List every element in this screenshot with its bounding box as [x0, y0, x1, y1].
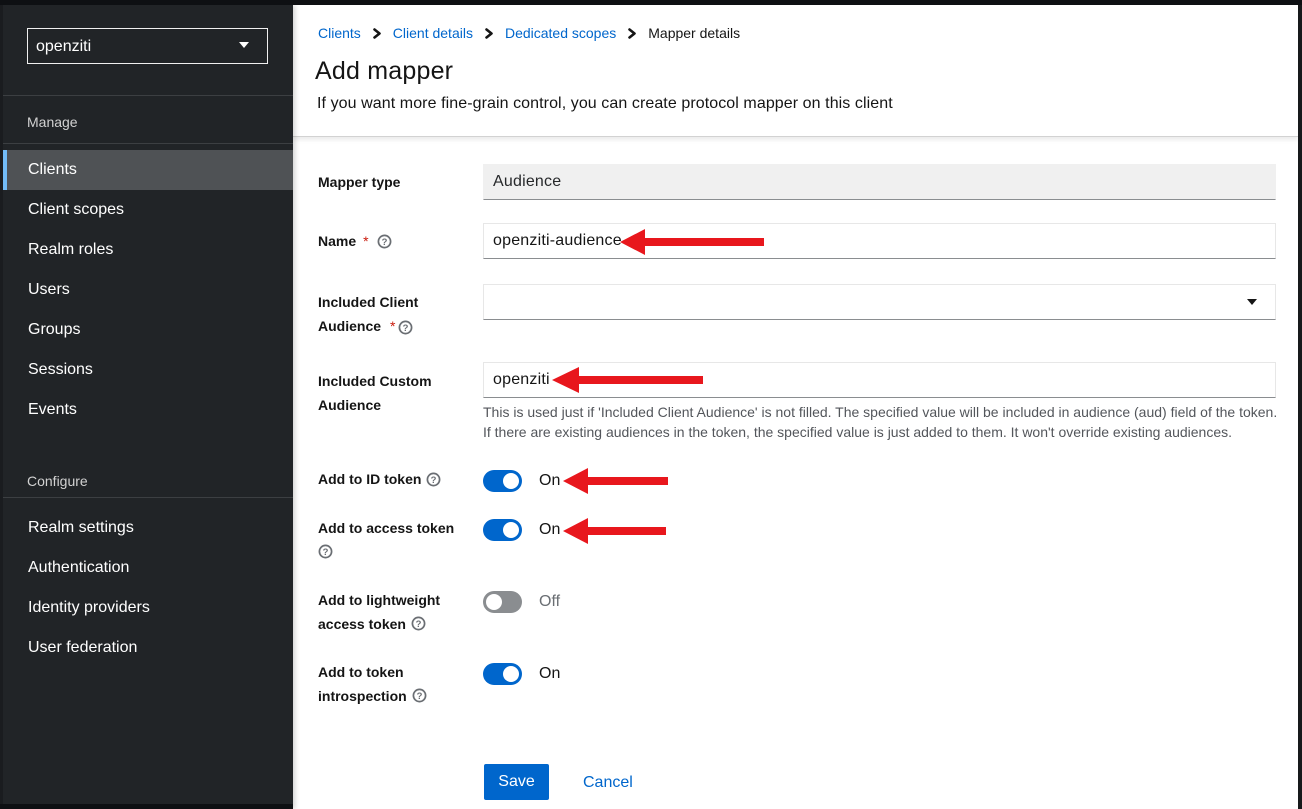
svg-text:?: ? [403, 323, 409, 334]
svg-text:?: ? [417, 691, 423, 702]
svg-text:?: ? [323, 547, 329, 558]
svg-text:?: ? [431, 475, 437, 486]
svg-text:?: ? [416, 619, 422, 630]
svg-text:?: ? [382, 237, 388, 248]
